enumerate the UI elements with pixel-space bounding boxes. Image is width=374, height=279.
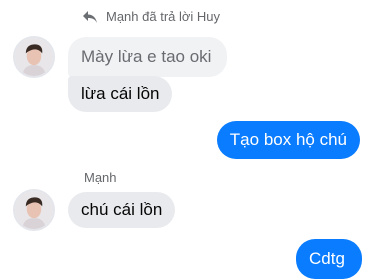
reply-header-text: Mạnh đã trả lời Huy	[106, 9, 221, 24]
incoming-message[interactable]: chú cái lồn	[68, 192, 176, 228]
reply-header: Mạnh đã trả lời Huy	[82, 9, 220, 24]
quoted-message[interactable]: Mày lừa e tao oki	[68, 37, 227, 77]
sender-avatar[interactable]	[13, 36, 55, 78]
reply-arrow-icon	[82, 10, 98, 24]
outgoing-message[interactable]: Tạo box hộ chú	[216, 121, 360, 159]
sender-name: Mạnh	[84, 170, 117, 185]
incoming-message[interactable]: lừa cái lồn	[68, 76, 173, 112]
outgoing-message[interactable]: Cdtg	[296, 239, 362, 279]
sender-avatar[interactable]	[13, 189, 55, 231]
